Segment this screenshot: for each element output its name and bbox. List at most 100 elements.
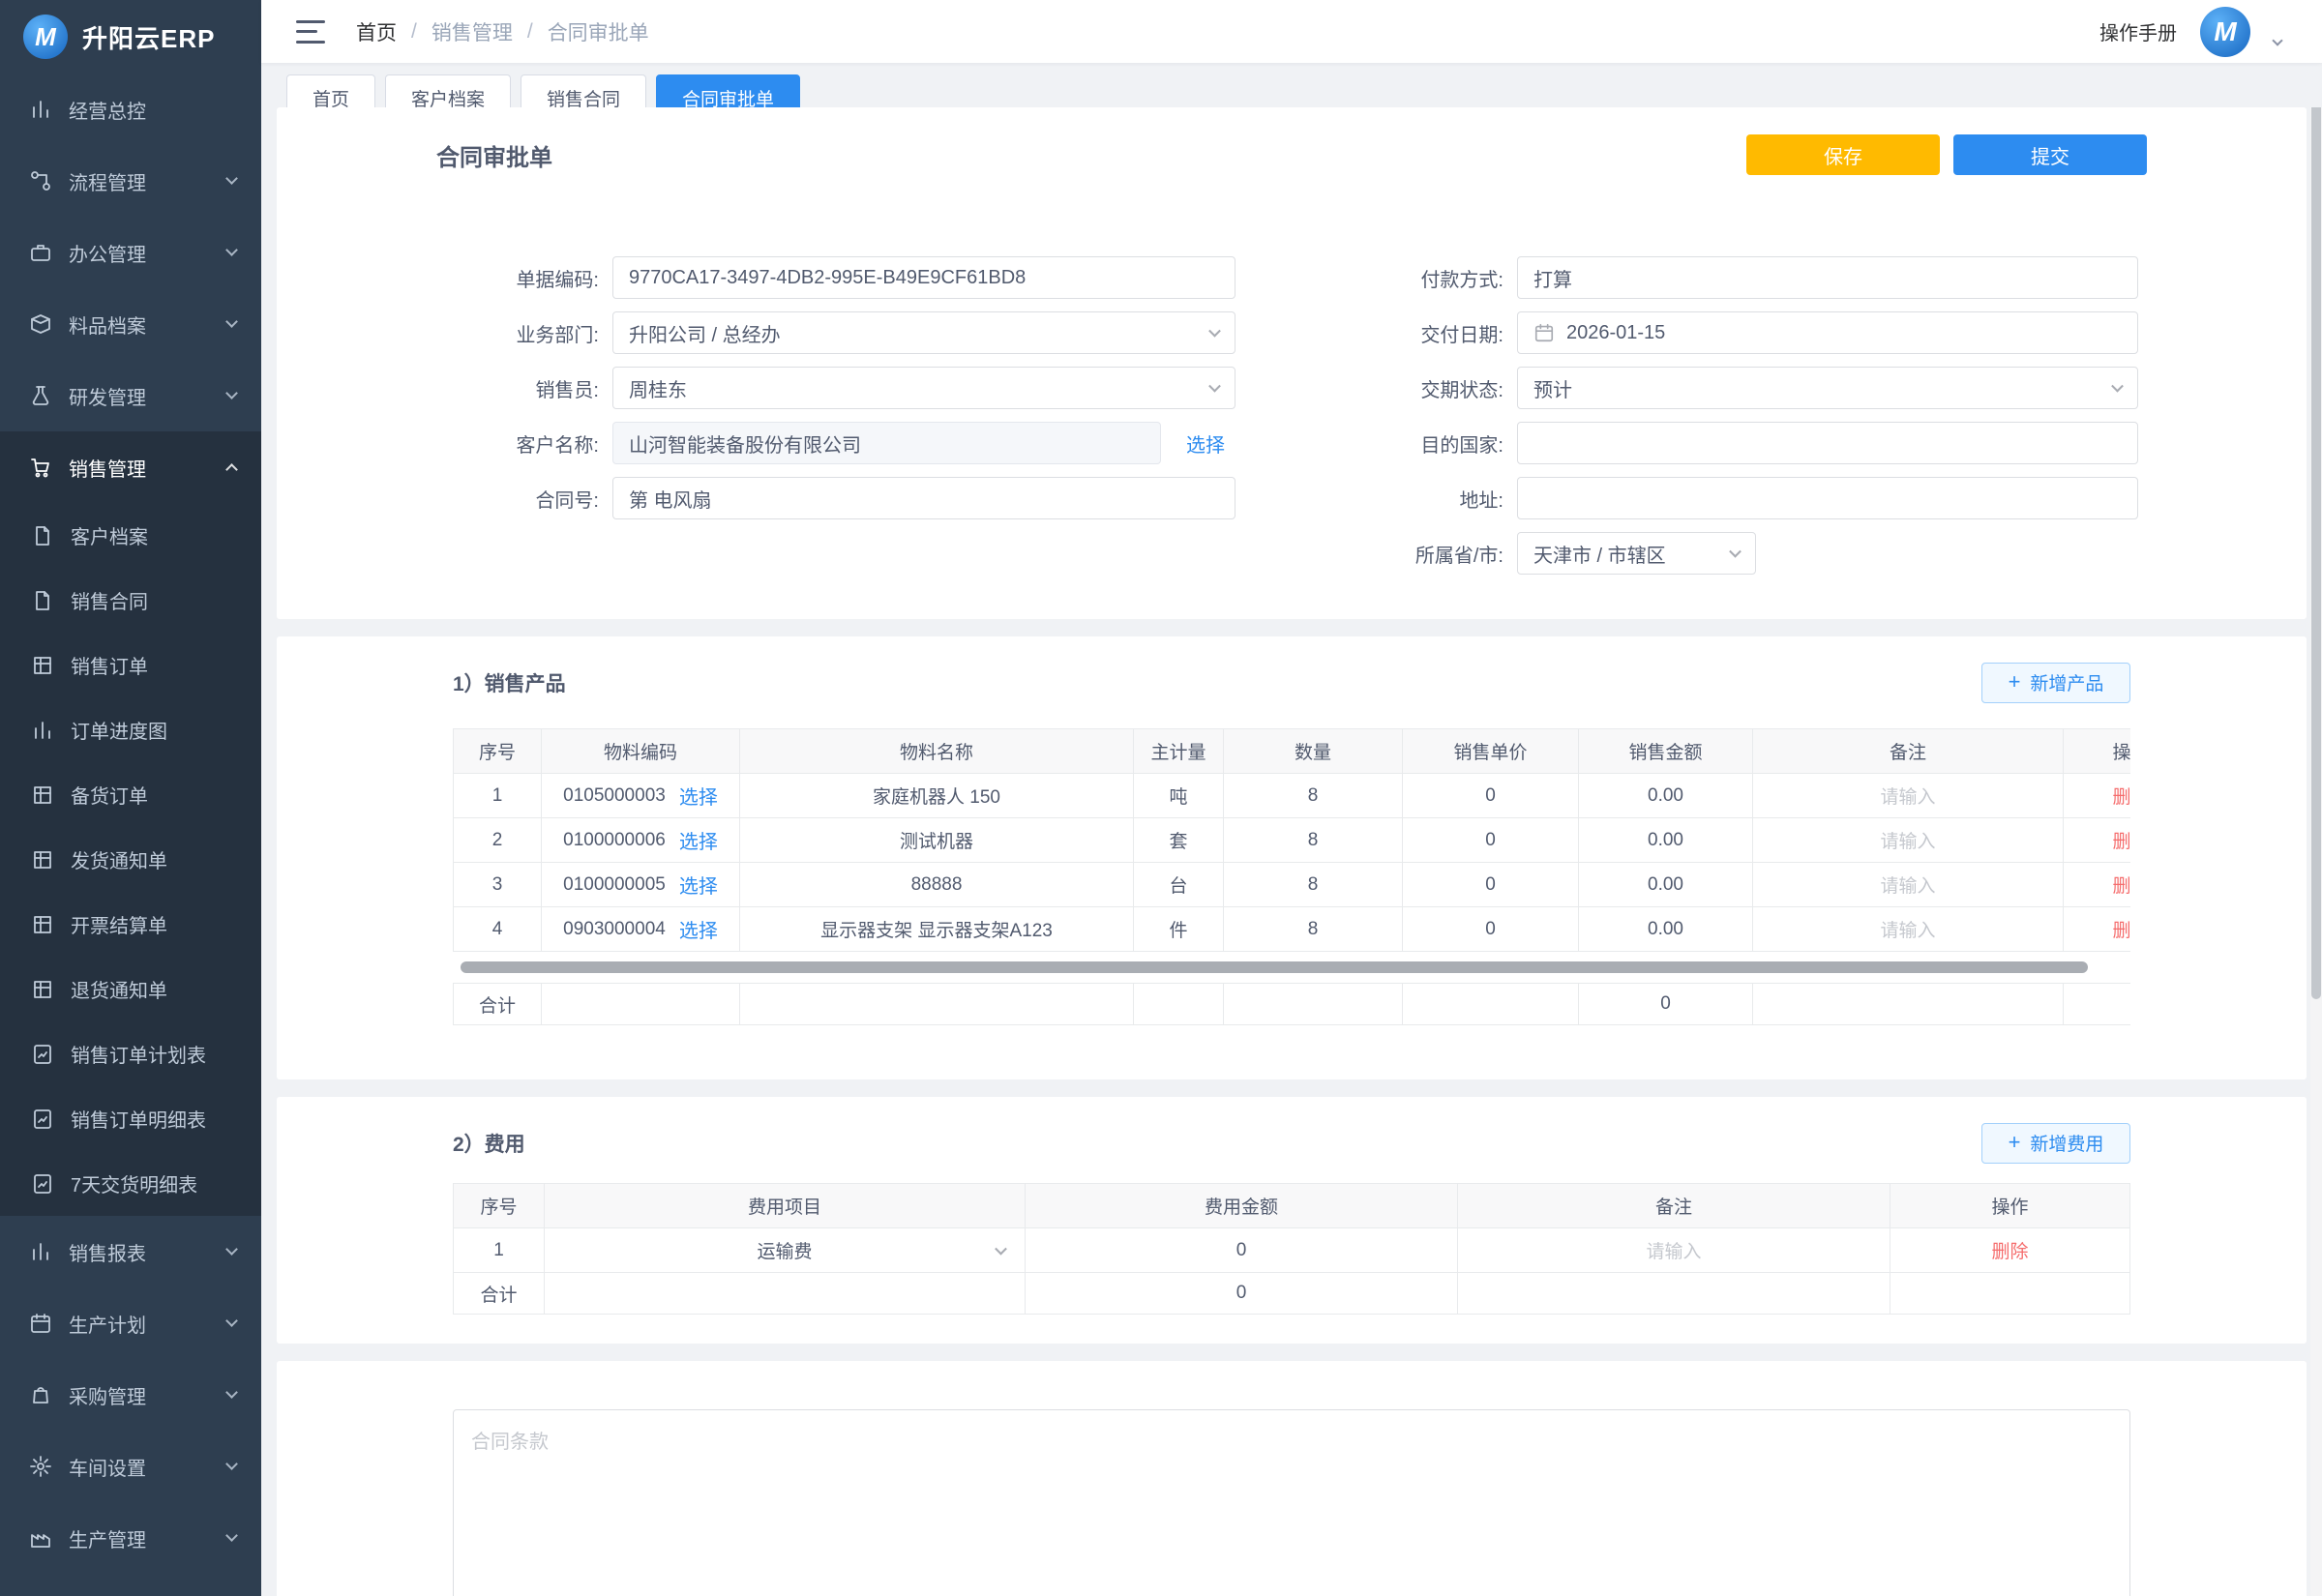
col-seq: 序号 (454, 729, 542, 774)
delete-row-link[interactable]: 删除 (2112, 921, 2130, 941)
address-input[interactable] (1517, 477, 2138, 519)
page-tabs: 首页 客户档案 销售合同 合同审批单 (261, 63, 2322, 107)
delete-row-link[interactable]: 删除 (2112, 876, 2130, 897)
code-cell: 0100000005选择 (542, 863, 740, 907)
sidebar-item-process-mgmt[interactable]: 流程管理 (0, 145, 261, 217)
collapse-sidebar-icon[interactable] (296, 20, 325, 44)
sidebar-subitem-order-progress-chart[interactable]: 订单进度图 (0, 697, 261, 762)
briefcase-icon (29, 241, 52, 264)
sidebar-subitem-sales-order-plan-table[interactable]: 销售订单计划表 (0, 1021, 261, 1086)
sidebar-subitem-sales-contract[interactable]: 销售合同 (0, 568, 261, 633)
add-product-button[interactable]: + 新增产品 (1981, 663, 2130, 703)
sidebar-subitem-label: 发货通知单 (71, 845, 236, 873)
qty-cell[interactable]: 8 (1224, 907, 1403, 952)
tab-contract-approval[interactable]: 合同审批单 (656, 74, 800, 107)
delivery-status-select[interactable]: 预计 (1517, 367, 2138, 409)
sidebar-subitem-customer-archive[interactable]: 客户档案 (0, 503, 261, 568)
price-cell[interactable]: 0 (1403, 774, 1579, 818)
sidebar-item-production-plan[interactable]: 生产计划 (0, 1287, 261, 1359)
sidebar-subitem-delivery-notice[interactable]: 发货通知单 (0, 827, 261, 892)
sidebar-item-rd-mgmt[interactable]: 研发管理 (0, 360, 261, 431)
sidebar-menu: 经营总控 流程管理 办公管理 料品档案 研发管理 (0, 74, 261, 1596)
sidebar-subitem-stock-prep-order[interactable]: 备货订单 (0, 762, 261, 827)
delivery-date-input[interactable]: 2026-01-15 (1517, 311, 2138, 354)
remark-cell: 请输入 (1753, 818, 2064, 863)
remark-input[interactable]: 请输入 (1880, 876, 1935, 897)
dept-select[interactable]: 升阳公司 / 总经办 (612, 311, 1235, 354)
payment-value: 打算 (1533, 264, 1572, 292)
qty-cell[interactable]: 8 (1224, 863, 1403, 907)
dest-country-input[interactable] (1517, 422, 2138, 464)
save-button[interactable]: 保存 (1746, 134, 1940, 175)
doc-code-input[interactable]: 9770CA17-3497-4DB2-995E-B49E9CF61BD8 (612, 256, 1235, 299)
choose-material-link[interactable]: 选择 (679, 782, 718, 810)
hscrollbar-thumb[interactable] (461, 961, 2088, 973)
sidebar-item-label: 流程管理 (69, 167, 211, 195)
col-seq: 序号 (454, 1184, 545, 1228)
delete-row-link[interactable]: 删除 (2112, 832, 2130, 852)
contract-no-input[interactable]: 第 电风扇 (612, 477, 1235, 519)
user-avatar[interactable]: M (2200, 7, 2250, 57)
manual-link[interactable]: 操作手册 (2099, 17, 2177, 45)
products-totals-wrap: 合计 0 (453, 983, 2130, 1025)
chevron-down-icon (225, 1529, 238, 1542)
remark-input[interactable]: 请输入 (1880, 787, 1935, 808)
delete-fee-link[interactable]: 删除 (1991, 1242, 2028, 1262)
sidebar-item-business-overview[interactable]: 经营总控 (0, 74, 261, 145)
customer-input[interactable]: 山河智能装备股份有限公司 (612, 422, 1161, 464)
sidebar-item-workshop-settings[interactable]: 车间设置 (0, 1431, 261, 1502)
price-cell[interactable]: 0 (1403, 863, 1579, 907)
contract-form: 单据编码: 9770CA17-3497-4DB2-995E-B49E9CF61B… (436, 256, 2147, 575)
sidebar-subitem-invoice-settlement[interactable]: 开票结算单 (0, 892, 261, 957)
document-icon (31, 524, 54, 547)
user-menu-caret-icon (2272, 35, 2282, 45)
customer-choose-link[interactable]: 选择 (1186, 429, 1225, 458)
payment-input[interactable]: 打算 (1517, 256, 2138, 299)
price-cell[interactable]: 0 (1403, 818, 1579, 863)
sidebar-subitem-sales-order-detail-table[interactable]: 销售订单明细表 (0, 1086, 261, 1151)
gear-icon (29, 1455, 52, 1478)
sidebar-item-sales-report[interactable]: 销售报表 (0, 1216, 261, 1287)
tab-home[interactable]: 首页 (286, 74, 375, 107)
salesman-select[interactable]: 周桂东 (612, 367, 1235, 409)
add-fee-button[interactable]: + 新增费用 (1981, 1123, 2130, 1164)
sidebar-subitem-return-notice[interactable]: 退货通知单 (0, 957, 261, 1021)
sidebar-item-partial[interactable] (0, 1574, 261, 1596)
tab-customer-archive[interactable]: 客户档案 (385, 74, 511, 107)
qty-cell[interactable]: 8 (1224, 774, 1403, 818)
unit-cell: 吨 (1134, 774, 1224, 818)
tab-sales-contract[interactable]: 销售合同 (521, 74, 646, 107)
choose-material-link[interactable]: 选择 (679, 915, 718, 943)
remark-input[interactable]: 请输入 (1646, 1242, 1701, 1262)
vscrollbar-thumb[interactable] (2311, 100, 2321, 999)
code-cell: 0903000004选择 (542, 907, 740, 952)
delete-row-link[interactable]: 删除 (2112, 787, 2130, 808)
remark-input[interactable]: 请输入 (1880, 921, 1935, 941)
remark-input[interactable]: 请输入 (1880, 832, 1935, 852)
choose-material-link[interactable]: 选择 (679, 826, 718, 854)
qty-cell[interactable]: 8 (1224, 818, 1403, 863)
sidebar-subitem-label: 客户档案 (71, 521, 236, 549)
col-remark: 备注 (1458, 1184, 1890, 1228)
sidebar-subitem-sales-order[interactable]: 销售订单 (0, 633, 261, 697)
sidebar-item-label: 经营总控 (69, 96, 236, 124)
price-cell[interactable]: 0 (1403, 907, 1579, 952)
sidebar-item-purchase-mgmt[interactable]: 采购管理 (0, 1359, 261, 1431)
submit-button[interactable]: 提交 (1953, 134, 2147, 175)
sidebar-subitem-label: 7天交货明细表 (71, 1169, 236, 1197)
breadcrumb-sales-mgmt[interactable]: 销售管理 (432, 17, 513, 46)
sidebar-item-sales-mgmt[interactable]: 销售管理 (0, 431, 261, 503)
fee-item-select[interactable]: 运输费 (545, 1228, 1026, 1273)
fee-amount-cell[interactable]: 0 (1026, 1228, 1458, 1273)
sidebar-item-production-mgmt[interactable]: 生产管理 (0, 1502, 261, 1574)
amount-cell: 0.00 (1579, 863, 1753, 907)
sidebar-item-material-archive[interactable]: 料品档案 (0, 288, 261, 360)
col-op: 操作 (2064, 729, 2131, 774)
sidebar-item-office-mgmt[interactable]: 办公管理 (0, 217, 261, 288)
breadcrumb-home[interactable]: 首页 (356, 17, 397, 46)
province-cascader[interactable]: 天津市 / 市辖区 (1517, 532, 1756, 575)
sidebar-subitem-seven-day-delivery-table[interactable]: 7天交货明细表 (0, 1151, 261, 1216)
chevron-up-icon (225, 463, 238, 476)
contract-terms-textarea[interactable]: 合同条款 (453, 1409, 2130, 1596)
choose-material-link[interactable]: 选择 (679, 871, 718, 899)
